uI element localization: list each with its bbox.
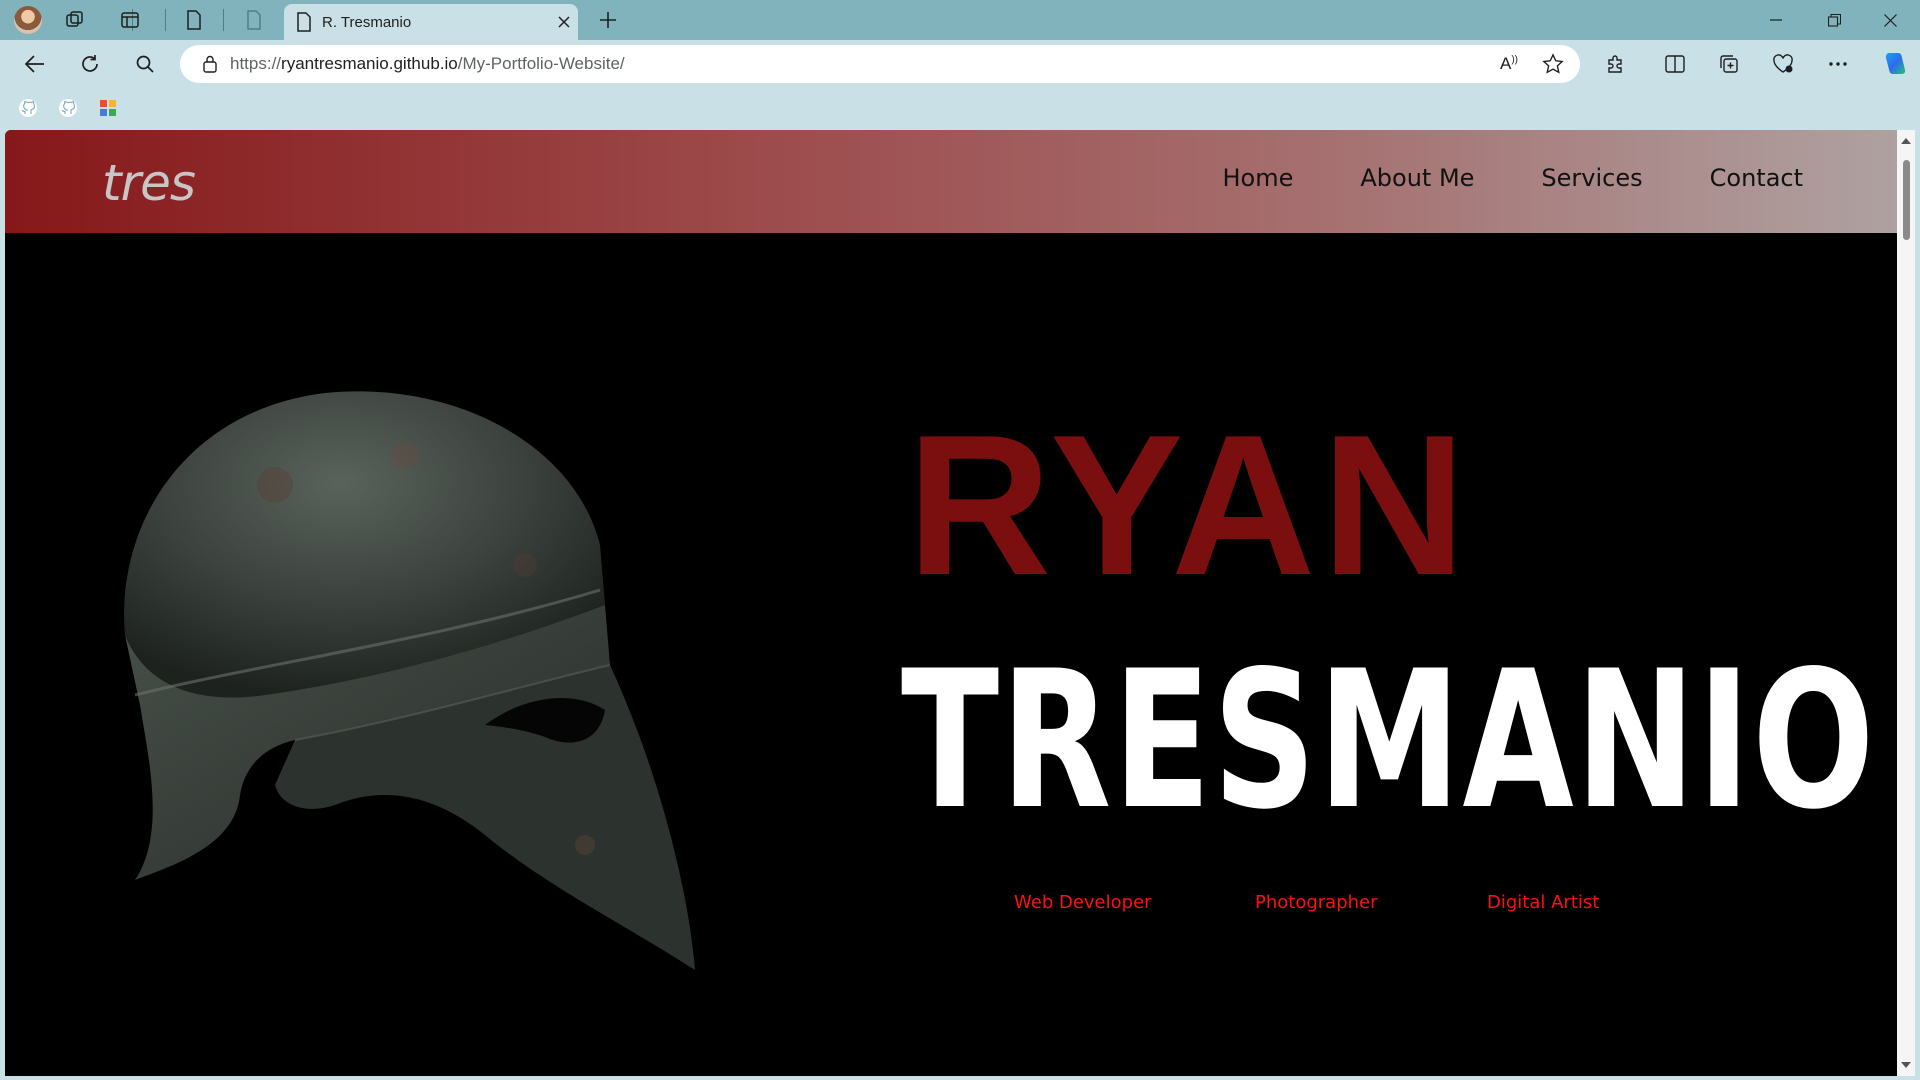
tab-bar: R. Tresmanio [0,0,1920,40]
scroll-up-arrow-icon[interactable] [1901,138,1911,144]
pinned-tab-page-icon[interactable] [180,8,208,32]
search-icon[interactable] [130,50,160,78]
favorites-bar [0,88,1920,128]
url-text: https://ryantresmanio.github.io/My-Portf… [230,54,625,74]
more-options-icon[interactable] [1823,50,1853,78]
tab-title: R. Tresmanio [322,13,412,31]
nav-contact[interactable]: Contact [1710,164,1803,192]
scroll-down-arrow-icon[interactable] [1901,1062,1911,1068]
github-icon[interactable] [16,96,40,120]
scroll-thumb[interactable] [1903,160,1910,240]
roles-row: Web Developer Photographer Digital Artis… [5,892,1897,922]
nav-services[interactable]: Services [1541,164,1642,192]
last-name-text: TRESMANIO [901,650,1876,820]
separator [223,9,224,31]
role-web-developer: Web Developer [1014,892,1152,913]
close-tab-icon[interactable] [550,8,578,36]
page-viewport: tres Home About Me Services Contact RYAN… [5,130,1897,1076]
tab-actions-icon[interactable] [116,8,144,32]
url-host: ryantresmanio.github.io [281,54,458,73]
read-aloud-icon[interactable]: A)) [1500,54,1518,74]
site-info-lock-icon[interactable] [202,55,218,73]
main-nav: Home About Me Services Contact [1222,164,1803,192]
restore-icon[interactable] [1806,0,1862,40]
profile-avatar[interactable] [14,6,42,34]
nav-about-me[interactable]: About Me [1360,164,1474,192]
copilot-icon[interactable] [1878,48,1910,80]
toolbar: https://ryantresmanio.github.io/My-Portf… [0,40,1920,88]
extensions-icon[interactable] [1600,50,1630,78]
refresh-icon[interactable] [75,50,105,78]
workspaces-icon[interactable] [62,8,88,32]
close-window-icon[interactable] [1862,0,1918,40]
first-name-heading: RYAN [907,394,1472,617]
browser-essentials-heart-icon[interactable] [1768,50,1798,78]
pinned-tab-page-icon-2[interactable] [240,8,268,32]
spartan-helmet-image [124,391,695,970]
collections-icon[interactable] [1714,50,1744,78]
separator [165,9,166,31]
role-photographer: Photographer [1255,892,1378,913]
url-path: /My-Portfolio-Website/ [457,54,625,73]
minimize-icon[interactable] [1748,0,1804,40]
favorite-star-icon[interactable] [1542,53,1564,80]
site-header: tres Home About Me Services Contact [5,130,1897,233]
last-name-heading: TRESMANIO [901,630,1881,851]
site-logo[interactable]: tres [102,154,196,212]
nav-home[interactable]: Home [1222,164,1293,192]
github-icon-2[interactable] [56,96,80,120]
active-tab[interactable]: R. Tresmanio [284,4,578,40]
role-digital-artist: Digital Artist [1487,892,1600,913]
address-bar[interactable]: https://ryantresmanio.github.io/My-Portf… [180,45,1580,83]
page-scrollbar[interactable] [1897,130,1915,1076]
url-prefix: https:// [230,54,282,73]
new-tab-icon[interactable] [594,8,622,32]
back-icon[interactable] [20,50,50,78]
split-screen-icon[interactable] [1660,50,1690,78]
page-icon [297,12,311,32]
colorful-site-icon[interactable] [96,96,120,120]
